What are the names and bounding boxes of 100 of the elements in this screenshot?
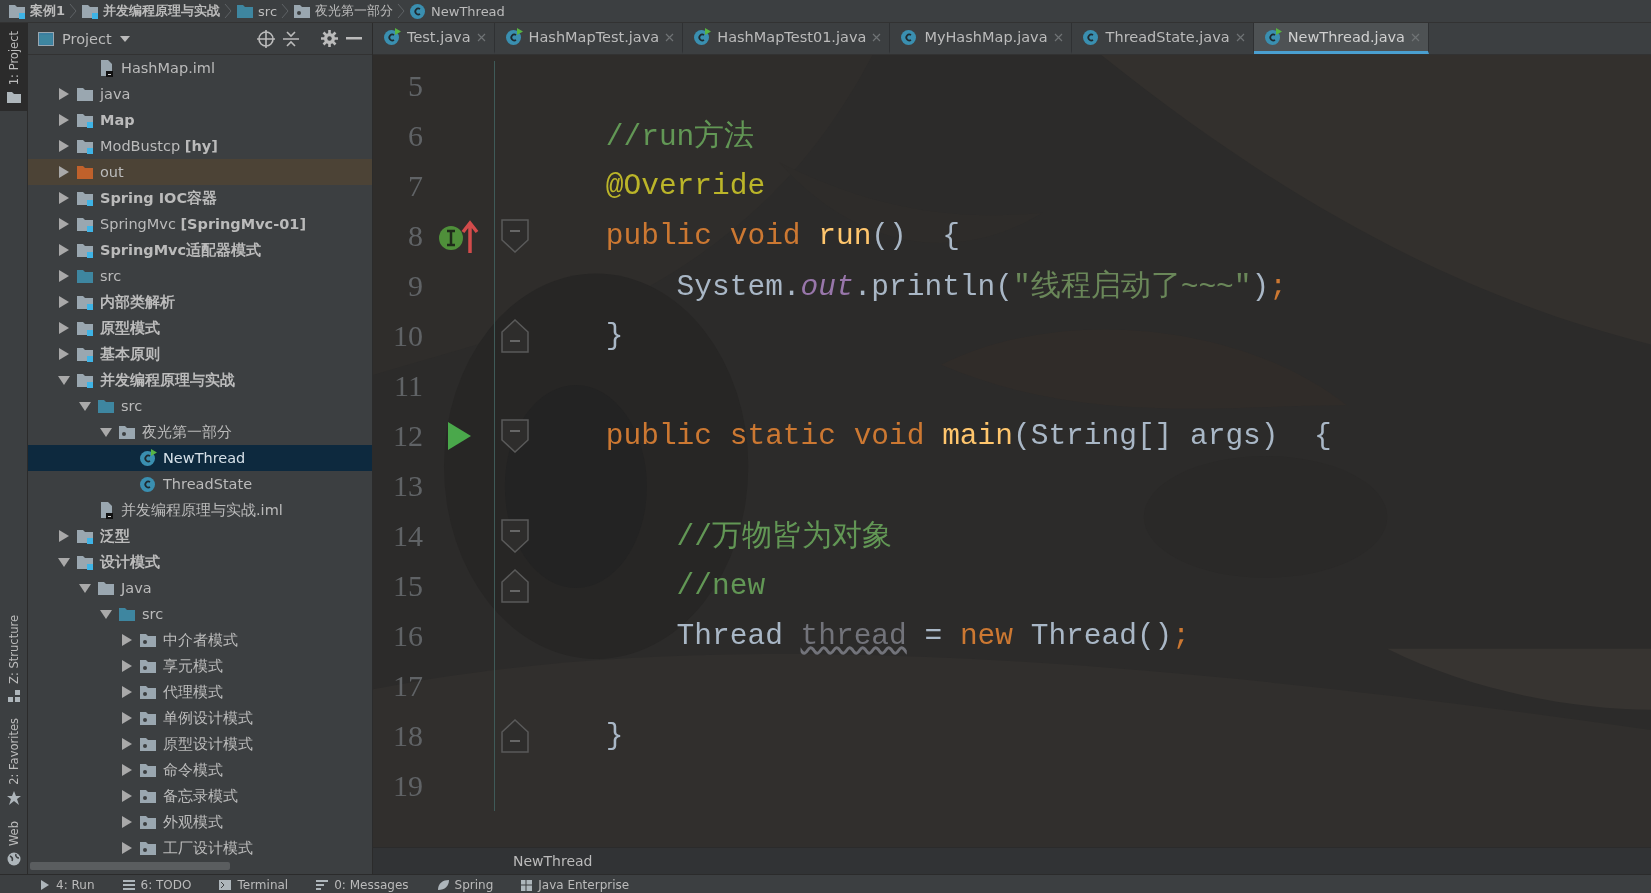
tree-item[interactable]: 备忘录模式 (28, 783, 372, 809)
horizontal-scrollbar[interactable] (30, 862, 230, 870)
dropdown-caret-icon[interactable] (119, 35, 130, 42)
breadcrumb-item[interactable]: 夜光第一部分 (315, 2, 394, 20)
panel-title[interactable]: Project (62, 30, 112, 47)
breadcrumb-item[interactable]: src (258, 3, 278, 19)
tool-window-tab[interactable]: Z: Structure (0, 607, 27, 711)
collapsed-arrow-icon[interactable] (121, 764, 133, 776)
tree-item[interactable]: 夜光第一部分 (28, 419, 372, 445)
code-line: } (604, 319, 624, 353)
implements-method-icon[interactable] (437, 218, 480, 254)
tree-item[interactable]: 单例设计模式 (28, 705, 372, 731)
breadcrumb-item[interactable]: 并发编程原理与实战 (103, 2, 221, 20)
tree-item[interactable]: SpringMvc适配器模式 (28, 237, 372, 263)
tree-item[interactable]: Map (28, 107, 372, 133)
collapsed-arrow-icon[interactable] (58, 88, 70, 100)
expanded-arrow-icon[interactable] (58, 374, 70, 386)
tree-item[interactable]: src (28, 601, 372, 627)
collapsed-arrow-icon[interactable] (121, 842, 133, 854)
editor-tab[interactable]: HashMapTest.java (494, 23, 684, 54)
run-icon[interactable] (445, 421, 472, 451)
tool-window-button[interactable]: Terminal (219, 878, 289, 892)
tree-item[interactable]: 代理模式 (28, 679, 372, 705)
tool-window-button[interactable]: Spring (436, 878, 494, 892)
collapsed-arrow-icon[interactable] (58, 270, 70, 282)
collapsed-arrow-icon[interactable] (58, 322, 70, 334)
tool-window-button[interactable]: 4: Run (40, 878, 95, 892)
collapsed-arrow-icon[interactable] (58, 530, 70, 542)
folder-icon (76, 554, 94, 570)
collapsed-arrow-icon[interactable] (58, 218, 70, 230)
collapsed-arrow-icon[interactable] (121, 712, 133, 724)
collapsed-arrow-icon[interactable] (121, 816, 133, 828)
tree-item[interactable]: ThreadState (28, 471, 372, 497)
tree-item[interactable]: 设计模式 (28, 549, 372, 575)
tree-item[interactable]: 并发编程原理与实战 (28, 367, 372, 393)
breadcrumb-item[interactable]: NewThread (431, 3, 505, 19)
expanded-arrow-icon[interactable] (58, 556, 70, 568)
tree-item[interactable]: 基本原则 (28, 341, 372, 367)
editor-tab[interactable]: ThreadState.java (1071, 23, 1254, 54)
tree-item[interactable]: Java (28, 575, 372, 601)
editor-tab[interactable]: HashMapTest01.java (683, 23, 891, 54)
editor-breadcrumb[interactable]: NewThread (513, 853, 593, 869)
breadcrumb-item[interactable]: 案例1 (30, 2, 66, 20)
expanded-arrow-icon[interactable] (100, 608, 112, 620)
code-line: //run方法 (604, 118, 755, 156)
settings-icon[interactable] (321, 30, 338, 47)
tool-window-tab[interactable]: Web (0, 812, 27, 874)
collapsed-arrow-icon[interactable] (58, 348, 70, 360)
tool-window-tab[interactable]: 1: Project (0, 23, 27, 112)
folder-icon (139, 736, 157, 752)
expanded-arrow-icon[interactable] (79, 400, 91, 412)
folder-icon (293, 3, 312, 19)
tool-window-button[interactable]: Java Enterprise (521, 878, 630, 892)
tree-item[interactable]: 并发编程原理与实战.iml (28, 497, 372, 523)
collapsed-arrow-icon[interactable] (58, 192, 70, 204)
expanded-arrow-icon[interactable] (100, 426, 112, 438)
editor-tab[interactable]: NewThread.java (1253, 23, 1429, 54)
tree-item[interactable]: java (28, 81, 372, 107)
line-number: 11 (393, 369, 423, 403)
tree-item[interactable]: src (28, 393, 372, 419)
collapsed-arrow-icon[interactable] (121, 634, 133, 646)
collapse-icon[interactable] (283, 29, 299, 48)
tree-item[interactable]: 内部类解析 (28, 289, 372, 315)
tree-item[interactable]: NewThread (28, 445, 372, 471)
tool-window-button[interactable]: 0: Messages (316, 878, 409, 892)
minimize-icon[interactable] (346, 36, 362, 41)
folder-icon (118, 606, 136, 622)
editor-tab[interactable]: MyHashMap.java (890, 23, 1072, 54)
collapsed-arrow-icon[interactable] (121, 790, 133, 802)
collapsed-arrow-icon[interactable] (58, 114, 70, 126)
collapsed-arrow-icon[interactable] (58, 140, 70, 152)
tree-item[interactable]: out (28, 159, 372, 185)
editor-tab[interactable]: Test.java (373, 23, 495, 54)
tree-item[interactable]: SpringMvc [SpringMvc-01] (28, 211, 372, 237)
tree-item[interactable]: 原型模式 (28, 315, 372, 341)
tree-item[interactable]: 工厂设计模式 (28, 835, 372, 861)
collapsed-arrow-icon[interactable] (58, 296, 70, 308)
tree-item[interactable]: 命令模式 (28, 757, 372, 783)
tool-window-tab[interactable]: 2: Favorites (0, 710, 27, 813)
line-number: 19 (392, 769, 423, 803)
tree-item[interactable]: ModBustcp [hy] (28, 133, 372, 159)
tree-item[interactable]: src (28, 263, 372, 289)
collapsed-arrow-icon[interactable] (58, 244, 70, 256)
collapsed-arrow-icon[interactable] (121, 738, 133, 750)
collapsed-arrow-icon[interactable] (121, 660, 133, 672)
tree-item[interactable]: Spring IOC容器 (28, 185, 372, 211)
collapsed-arrow-icon[interactable] (121, 686, 133, 698)
chevron-icon (69, 3, 78, 19)
tree-item[interactable]: 享元模式 (28, 653, 372, 679)
tree-item[interactable]: 原型设计模式 (28, 731, 372, 757)
tree-item[interactable]: 中介者模式 (28, 627, 372, 653)
messages-icon (316, 880, 329, 890)
tree-item[interactable]: 泛型 (28, 523, 372, 549)
tree-item[interactable]: 外观模式 (28, 809, 372, 835)
collapsed-arrow-icon[interactable] (58, 166, 70, 178)
expanded-arrow-icon[interactable] (79, 582, 91, 594)
tree-item[interactable]: HashMap.iml (28, 55, 372, 81)
target-icon[interactable] (257, 29, 275, 48)
tool-window-button[interactable]: 6: TODO (122, 878, 192, 892)
terminal-icon (219, 880, 232, 890)
